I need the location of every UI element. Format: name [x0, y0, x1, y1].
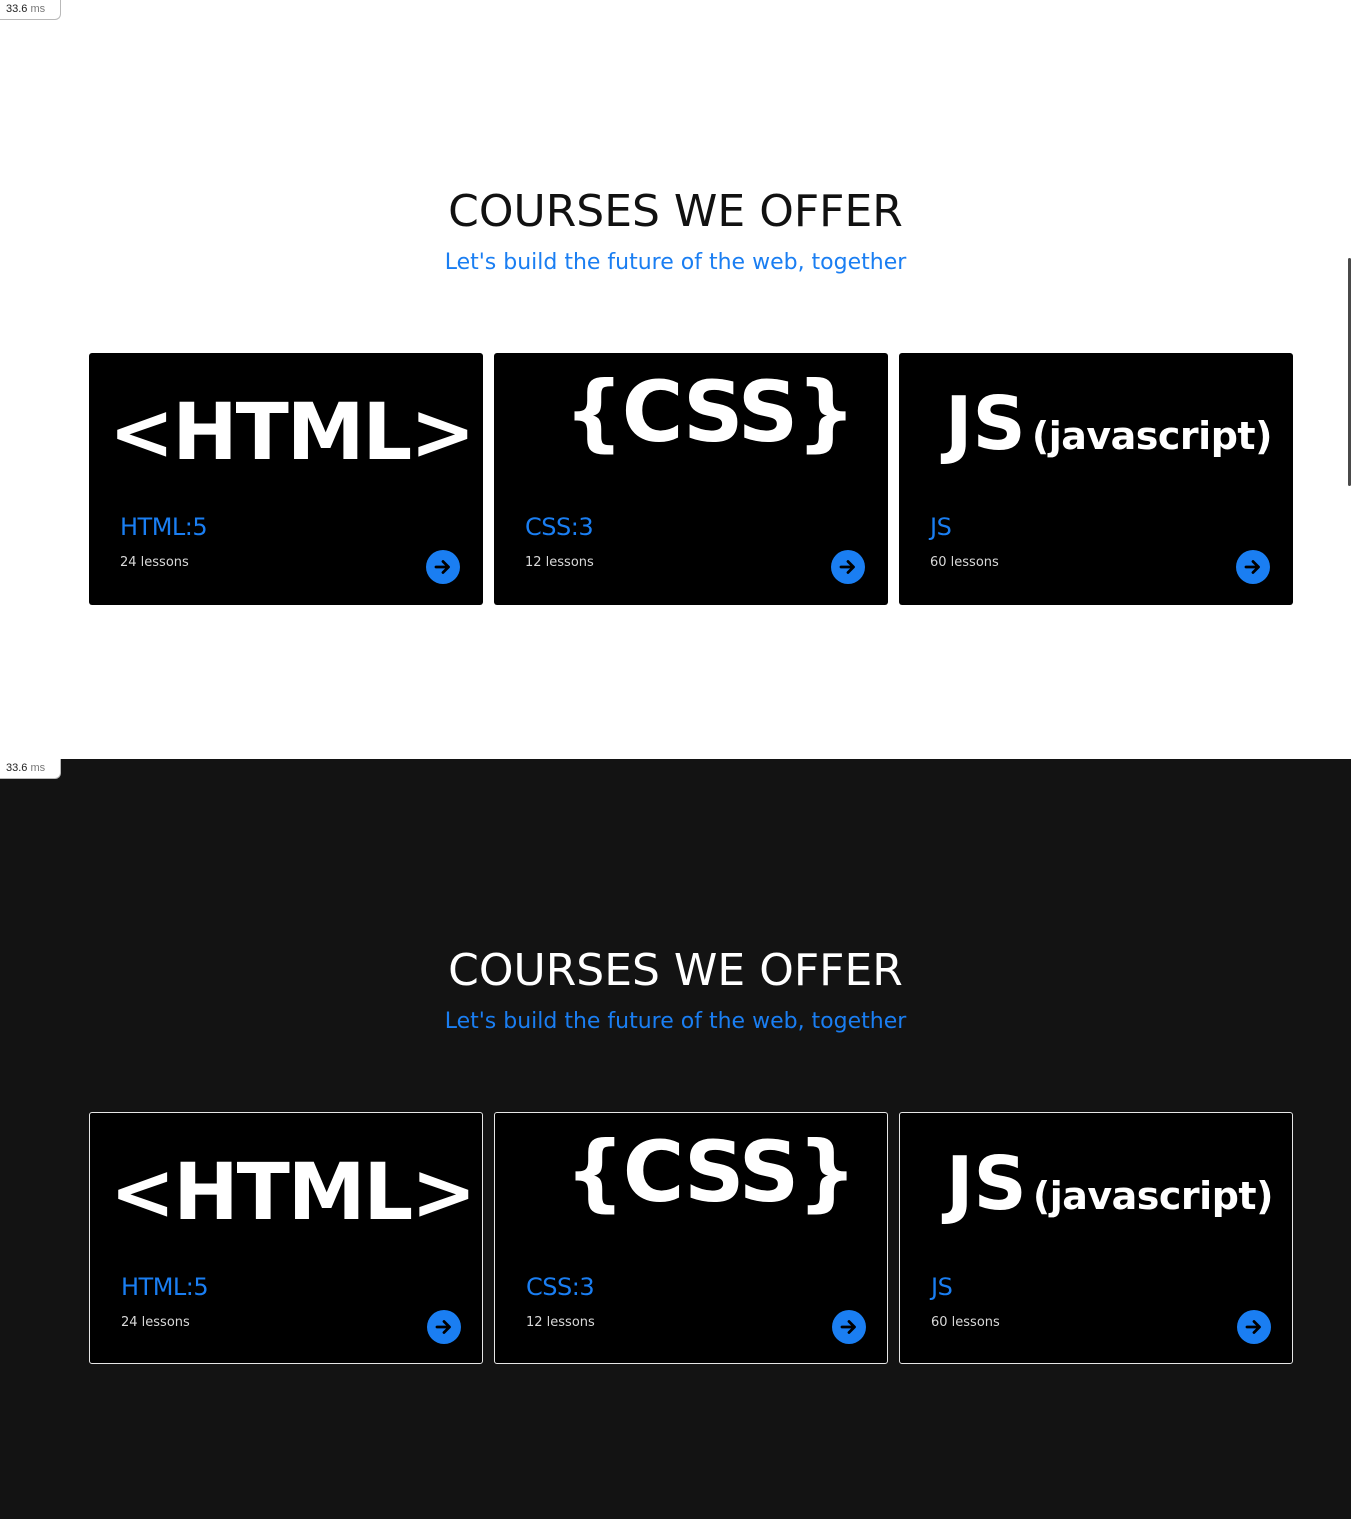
section-subtitle: Let's build the future of the web, toget… — [444, 1009, 907, 1034]
render-time-value: 33.6 — [6, 762, 28, 774]
lesson-count: 60 lessons — [930, 555, 999, 570]
course-cards: <HTML> HTML:5 24 lessons {CSS} CSS:3 12 … — [89, 353, 1294, 605]
arrow-right-icon — [1244, 560, 1260, 574]
section-title: COURSES WE OFFER — [448, 945, 903, 996]
dark-theme-panel: 33.6 ms COURSES WE OFFER Let's build the… — [0, 759, 1351, 1519]
js-logo-main: JS — [946, 1141, 1027, 1227]
open-course-button[interactable] — [831, 550, 865, 584]
open-course-button[interactable] — [1236, 550, 1270, 584]
course-card-html[interactable]: <HTML> HTML:5 24 lessons — [89, 353, 483, 605]
course-title[interactable]: CSS:3 — [526, 1273, 595, 1301]
section-title: COURSES WE OFFER — [448, 186, 903, 237]
open-course-button[interactable] — [1237, 1310, 1271, 1344]
arrow-right-icon — [1245, 1320, 1261, 1334]
js-logo: JS (javascript) — [946, 1141, 1292, 1291]
css-logo: {CSS} — [564, 363, 856, 461]
course-title[interactable]: HTML:5 — [121, 1273, 209, 1301]
course-title[interactable]: JS — [930, 513, 952, 541]
course-title[interactable]: JS — [931, 1273, 953, 1301]
course-card-html[interactable]: <HTML> HTML:5 24 lessons — [89, 1112, 483, 1364]
js-logo-sub: (javascript) — [1032, 1174, 1274, 1218]
render-time-unit: ms — [30, 762, 46, 774]
course-cards: <HTML> HTML:5 24 lessons {CSS} CSS:3 12 … — [89, 1112, 1294, 1364]
arrow-right-icon — [840, 1320, 856, 1334]
course-title[interactable]: HTML:5 — [120, 513, 208, 541]
js-logo-main: JS — [945, 381, 1026, 467]
lesson-count: 12 lessons — [525, 555, 594, 570]
open-course-button[interactable] — [832, 1310, 866, 1344]
render-time-unit: ms — [30, 3, 46, 15]
open-course-button[interactable] — [426, 550, 460, 584]
lesson-count: 24 lessons — [120, 555, 189, 570]
course-title[interactable]: CSS:3 — [525, 513, 594, 541]
js-logo: JS (javascript) — [945, 381, 1293, 531]
css-logo: {CSS} — [565, 1123, 857, 1221]
render-time-badge: 33.6 ms — [0, 759, 61, 779]
arrow-right-icon — [434, 560, 450, 574]
js-logo-sub: (javascript) — [1031, 414, 1273, 458]
arrow-right-icon — [435, 1320, 451, 1334]
open-course-button[interactable] — [427, 1310, 461, 1344]
lesson-count: 12 lessons — [526, 1315, 595, 1330]
lesson-count: 60 lessons — [931, 1315, 1000, 1330]
course-card-css[interactable]: {CSS} CSS:3 12 lessons — [494, 353, 888, 605]
light-theme-panel: 33.6 ms COURSES WE OFFER Let's build the… — [0, 0, 1351, 759]
course-card-js[interactable]: JS (javascript) JS 60 lessons — [899, 1112, 1293, 1364]
section-subtitle: Let's build the future of the web, toget… — [444, 250, 907, 275]
render-time-badge: 33.6 ms — [0, 0, 61, 20]
course-card-css[interactable]: {CSS} CSS:3 12 lessons — [494, 1112, 888, 1364]
arrow-right-icon — [839, 560, 855, 574]
lesson-count: 24 lessons — [121, 1315, 190, 1330]
render-time-value: 33.6 — [6, 3, 28, 15]
course-card-js[interactable]: JS (javascript) JS 60 lessons — [899, 353, 1293, 605]
